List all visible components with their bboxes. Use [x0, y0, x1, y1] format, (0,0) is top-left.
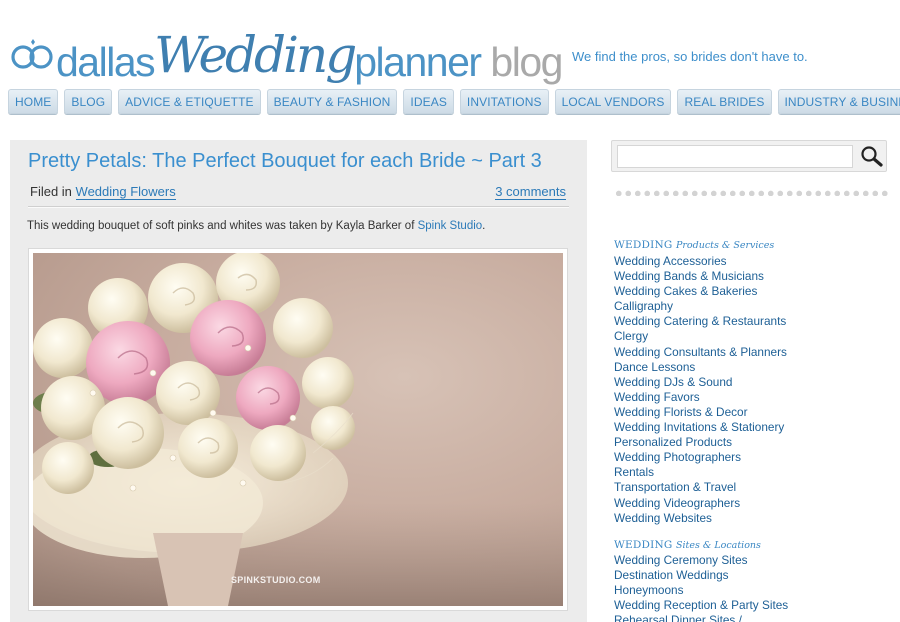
- site-tagline: We find the pros, so brides don't have t…: [572, 49, 808, 64]
- nav-ideas[interactable]: IDEAS: [403, 89, 454, 114]
- list-item[interactable]: Wedding Consultants & Planners: [614, 345, 787, 360]
- list-item[interactable]: Wedding Accessories: [614, 254, 787, 269]
- list-item[interactable]: Dance Lessons: [614, 360, 787, 375]
- photo-watermark: SPINKSTUDIO.COM: [231, 575, 321, 585]
- list-item[interactable]: Wedding Catering & Restaurants: [614, 314, 787, 329]
- heading-title: WEDDING: [614, 539, 673, 551]
- category-list-products: Wedding Accessories Wedding Bands & Musi…: [614, 254, 787, 526]
- category-heading-sites: WEDDING Sites & Locations: [614, 539, 761, 551]
- logo-mid: planner: [354, 39, 482, 85]
- spink-studio-link[interactable]: Spink Studio: [418, 220, 483, 232]
- post-intro: This wedding bouquet of soft pinks and w…: [27, 220, 485, 232]
- site-header: dallasWeddingplanner blog We find the pr…: [0, 0, 900, 85]
- logo-prefix: dallas: [56, 39, 156, 85]
- comments-link[interactable]: 3 comments: [495, 184, 566, 200]
- heading-title: WEDDING: [614, 239, 673, 251]
- filed-label: Filed in: [30, 184, 72, 199]
- search-box: [611, 140, 887, 172]
- list-item[interactable]: Wedding Photographers: [614, 450, 787, 465]
- post-title[interactable]: Pretty Petals: The Perfect Bouquet for e…: [28, 150, 542, 173]
- list-item[interactable]: Wedding Bands & Musicians: [614, 269, 787, 284]
- nav-blog[interactable]: BLOG: [64, 89, 113, 114]
- post-article: Pretty Petals: The Perfect Bouquet for e…: [10, 140, 587, 622]
- list-item[interactable]: Wedding Reception & Party Sites: [614, 598, 788, 613]
- list-item[interactable]: Wedding Favors: [614, 390, 787, 405]
- rings-icon: [11, 39, 53, 69]
- post-meta-filed: Filed in Wedding Flowers: [30, 184, 176, 200]
- nav-local-vendors[interactable]: LOCAL VENDORS: [554, 89, 672, 114]
- list-item[interactable]: Wedding Florists & Decor: [614, 405, 787, 420]
- logo-wordmark: dallasWeddingplanner blog: [56, 26, 563, 88]
- divider: [28, 206, 569, 208]
- intro-text: This wedding bouquet of soft pinks and w…: [27, 220, 418, 232]
- category-link[interactable]: Wedding Flowers: [75, 184, 176, 200]
- nav-industry-business[interactable]: INDUSTRY & BUSINESS: [777, 89, 900, 114]
- nav-invitations[interactable]: INVITATIONS: [459, 89, 549, 114]
- list-item[interactable]: Wedding Ceremony Sites: [614, 553, 788, 568]
- list-item[interactable]: Honeymoons: [614, 583, 788, 598]
- logo-suffix: blog: [480, 39, 563, 85]
- list-item[interactable]: Wedding Invitations & Stationery: [614, 420, 787, 435]
- heading-subtitle: Sites & Locations: [675, 540, 761, 551]
- main-nav: HOME BLOG ADVICE & ETIQUETTE BEAUTY & FA…: [8, 89, 900, 115]
- intro-end: .: [482, 220, 486, 232]
- list-item[interactable]: Personalized Products: [614, 435, 787, 450]
- list-item[interactable]: Wedding Cakes & Bakeries: [614, 284, 787, 299]
- list-item[interactable]: Wedding Websites: [614, 511, 787, 526]
- category-list-sites: Wedding Ceremony Sites Destination Weddi…: [614, 553, 788, 622]
- bouquet-photo[interactable]: SPINKSTUDIO.COM: [33, 253, 563, 606]
- list-item[interactable]: Rentals: [614, 465, 787, 480]
- list-item[interactable]: Wedding DJs & Sound: [614, 375, 787, 390]
- list-item[interactable]: Rehearsal Dinner Sites /: [614, 613, 788, 622]
- nav-real-brides[interactable]: REAL BRIDES: [677, 89, 772, 114]
- nav-home[interactable]: HOME: [8, 89, 59, 114]
- search-button[interactable]: [858, 143, 886, 171]
- category-heading-products: WEDDING Products & Services: [614, 239, 774, 251]
- sidebar: WEDDING Products & Services Wedding Acce…: [607, 140, 900, 622]
- nav-advice-etiquette[interactable]: ADVICE & ETIQUETTE: [118, 89, 261, 114]
- bouquet-illustration: [33, 253, 563, 606]
- list-item[interactable]: Destination Weddings: [614, 568, 788, 583]
- post-photo-frame: SPINKSTUDIO.COM: [28, 248, 568, 611]
- list-item[interactable]: Transportation & Travel: [614, 480, 787, 495]
- list-item[interactable]: Clergy: [614, 329, 787, 344]
- nav-beauty-fashion[interactable]: BEAUTY & FASHION: [266, 89, 398, 114]
- dotted-divider: [614, 190, 889, 196]
- list-item[interactable]: Wedding Videographers: [614, 496, 787, 511]
- search-icon: [861, 146, 883, 167]
- search-input[interactable]: [617, 145, 853, 168]
- logo-script: Wedding: [154, 26, 357, 84]
- heading-subtitle: Products & Services: [675, 240, 775, 251]
- list-item[interactable]: Calligraphy: [614, 299, 787, 314]
